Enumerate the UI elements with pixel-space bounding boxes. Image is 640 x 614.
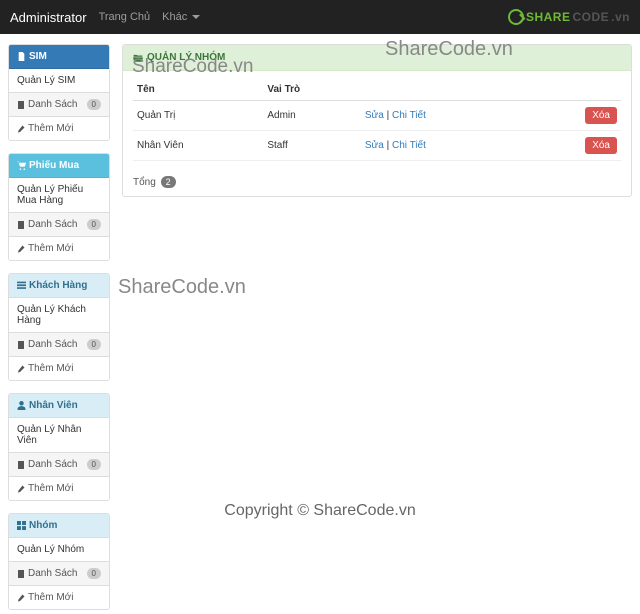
sidebar-list-link[interactable]: Danh Sách 0 — [9, 92, 109, 116]
group-management-panel: QUẢN LÝ NHÓM TênVai Trò Quản TrịAdmin Sửa… — [122, 44, 632, 197]
cell-name: Quản Trị — [133, 101, 263, 131]
add-label: Thêm Mới — [28, 363, 73, 374]
panel-header[interactable]: Nhân Viên — [9, 394, 109, 418]
nav-other-dropdown[interactable]: Khác — [162, 11, 200, 23]
user-icon — [17, 400, 26, 411]
list-icon — [17, 459, 25, 469]
sidebar-list-link[interactable]: Danh Sách 0 — [9, 452, 109, 476]
detail-link[interactable]: Chi Tiết — [392, 110, 426, 121]
panel-body-label: Quản Lý Nhân Viên — [9, 418, 109, 452]
add-label: Thêm Mới — [28, 592, 73, 603]
sidebar-list-link[interactable]: Danh Sách 0 — [9, 212, 109, 236]
pencil-icon — [17, 243, 25, 253]
sidebar-add-link[interactable]: Thêm Mới — [9, 236, 109, 260]
sidebar-add-link[interactable]: Thêm Mới — [9, 585, 109, 609]
total-row: Tổng 2 — [123, 169, 631, 196]
table-row: Quản TrịAdminSửa | Chi TiếtXóa — [133, 101, 621, 131]
edit-link[interactable]: Sửa — [365, 110, 384, 121]
table-row: Nhân ViênStaffSửa | Chi TiếtXóa — [133, 131, 621, 161]
sim-icon — [17, 51, 26, 62]
panel-title: Phiếu Mua — [29, 160, 79, 171]
cart-icon — [17, 160, 26, 171]
nav-other-label: Khác — [162, 11, 187, 23]
logo-text-code: CODE — [572, 10, 609, 24]
add-label: Thêm Mới — [28, 123, 73, 134]
delete-button[interactable]: Xóa — [585, 137, 617, 154]
edit-link[interactable]: Sửa — [365, 140, 384, 151]
list-label: Danh Sách — [28, 219, 77, 230]
col-header: Tên — [133, 79, 263, 101]
total-label: Tổng — [133, 177, 156, 188]
brand-title: Administrator — [10, 10, 87, 25]
sidebar-panel-khách-hàng: Khách Hàng Quản Lý Khách Hàng Danh Sách 0 Th… — [8, 273, 110, 381]
panel-title: SIM — [29, 51, 47, 62]
grid-icon — [17, 520, 26, 531]
sidebar-list-link[interactable]: Danh Sách 0 — [9, 332, 109, 356]
count-badge: 0 — [87, 568, 101, 579]
logo-text-vn: .vn — [611, 10, 630, 24]
panel-body-label: Quản Lý Phiếu Mua Hàng — [9, 178, 109, 212]
total-count-badge: 2 — [161, 176, 176, 188]
panel-title: Khách Hàng — [29, 280, 87, 291]
panel-body-label: Quản Lý Nhóm — [9, 538, 109, 561]
panel-title: QUẢN LÝ NHÓM — [147, 52, 225, 63]
cell-name: Nhân Viên — [133, 131, 263, 161]
sidebar: SIM Quản Lý SIM Danh Sách 0 Thêm Mới Phiếu Mu… — [8, 44, 110, 610]
panel-body-label: Quản Lý SIM — [9, 69, 109, 92]
main-content: QUẢN LÝ NHÓM TênVai Trò Quản TrịAdmin Sửa… — [122, 44, 632, 197]
sharecode-logo: SHARE CODE .vn — [508, 9, 630, 25]
panel-header: QUẢN LÝ NHÓM — [123, 45, 631, 71]
count-badge: 0 — [87, 339, 101, 350]
list-icon — [17, 219, 25, 229]
detail-link[interactable]: Chi Tiết — [392, 140, 426, 151]
list-icon — [17, 99, 25, 109]
col-header — [361, 79, 526, 101]
list-label: Danh Sách — [28, 459, 77, 470]
top-navbar: Administrator Trang Chủ Khác SHARE CODE … — [0, 0, 640, 34]
sidebar-panel-nhóm: Nhóm Quản Lý Nhóm Danh Sách 0 Thêm Mới — [8, 513, 110, 610]
col-header: Vai Trò — [263, 79, 361, 101]
folder-open-icon — [133, 53, 143, 63]
pencil-icon — [17, 483, 25, 493]
sidebar-panel-phiếu-mua: Phiếu MuaQuản Lý Phiếu Mua HàngDanh Sách… — [8, 153, 110, 261]
sidebar-panel-nhân-viên: Nhân Viên Quản Lý Nhân Viên Danh Sách 0 Thêm… — [8, 393, 110, 501]
list-icon — [17, 280, 26, 291]
logo-circle-icon — [508, 9, 524, 25]
count-badge: 0 — [87, 219, 101, 230]
pencil-icon — [17, 363, 25, 373]
delete-button[interactable]: Xóa — [585, 107, 617, 124]
sidebar-add-link[interactable]: Thêm Mới — [9, 476, 109, 500]
panel-header[interactable]: Phiếu Mua — [9, 154, 109, 178]
panel-title: Nhóm — [29, 520, 57, 531]
logo-text-share: SHARE — [526, 10, 571, 24]
count-badge: 0 — [87, 99, 101, 110]
list-label: Danh Sách — [28, 99, 77, 110]
list-label: Danh Sách — [28, 339, 77, 350]
cell-role: Staff — [263, 131, 361, 161]
sidebar-list-link[interactable]: Danh Sách 0 — [9, 561, 109, 585]
list-icon — [17, 339, 25, 349]
pencil-icon — [17, 123, 25, 133]
sidebar-add-link[interactable]: Thêm Mới — [9, 356, 109, 380]
sidebar-add-link[interactable]: Thêm Mới — [9, 116, 109, 140]
cell-role: Admin — [263, 101, 361, 131]
list-icon — [17, 568, 25, 578]
sidebar-panel-sim: SIM Quản Lý SIM Danh Sách 0 Thêm Mới — [8, 44, 110, 141]
col-header — [526, 79, 621, 101]
nav-home[interactable]: Trang Chủ — [99, 11, 151, 23]
panel-title: Nhân Viên — [29, 400, 78, 411]
groups-table: TênVai Trò Quản TrịAdminSửa | Chi TiếtXó… — [133, 79, 621, 161]
pencil-icon — [17, 592, 25, 602]
add-label: Thêm Mới — [28, 243, 73, 254]
panel-header[interactable]: Khách Hàng — [9, 274, 109, 298]
count-badge: 0 — [87, 459, 101, 470]
caret-down-icon — [192, 15, 200, 19]
panel-body-label: Quản Lý Khách Hàng — [9, 298, 109, 332]
panel-header[interactable]: SIM — [9, 45, 109, 69]
watermark-footer: Copyright © ShareCode.vn — [0, 502, 640, 520]
list-label: Danh Sách — [28, 568, 77, 579]
add-label: Thêm Mới — [28, 483, 73, 494]
